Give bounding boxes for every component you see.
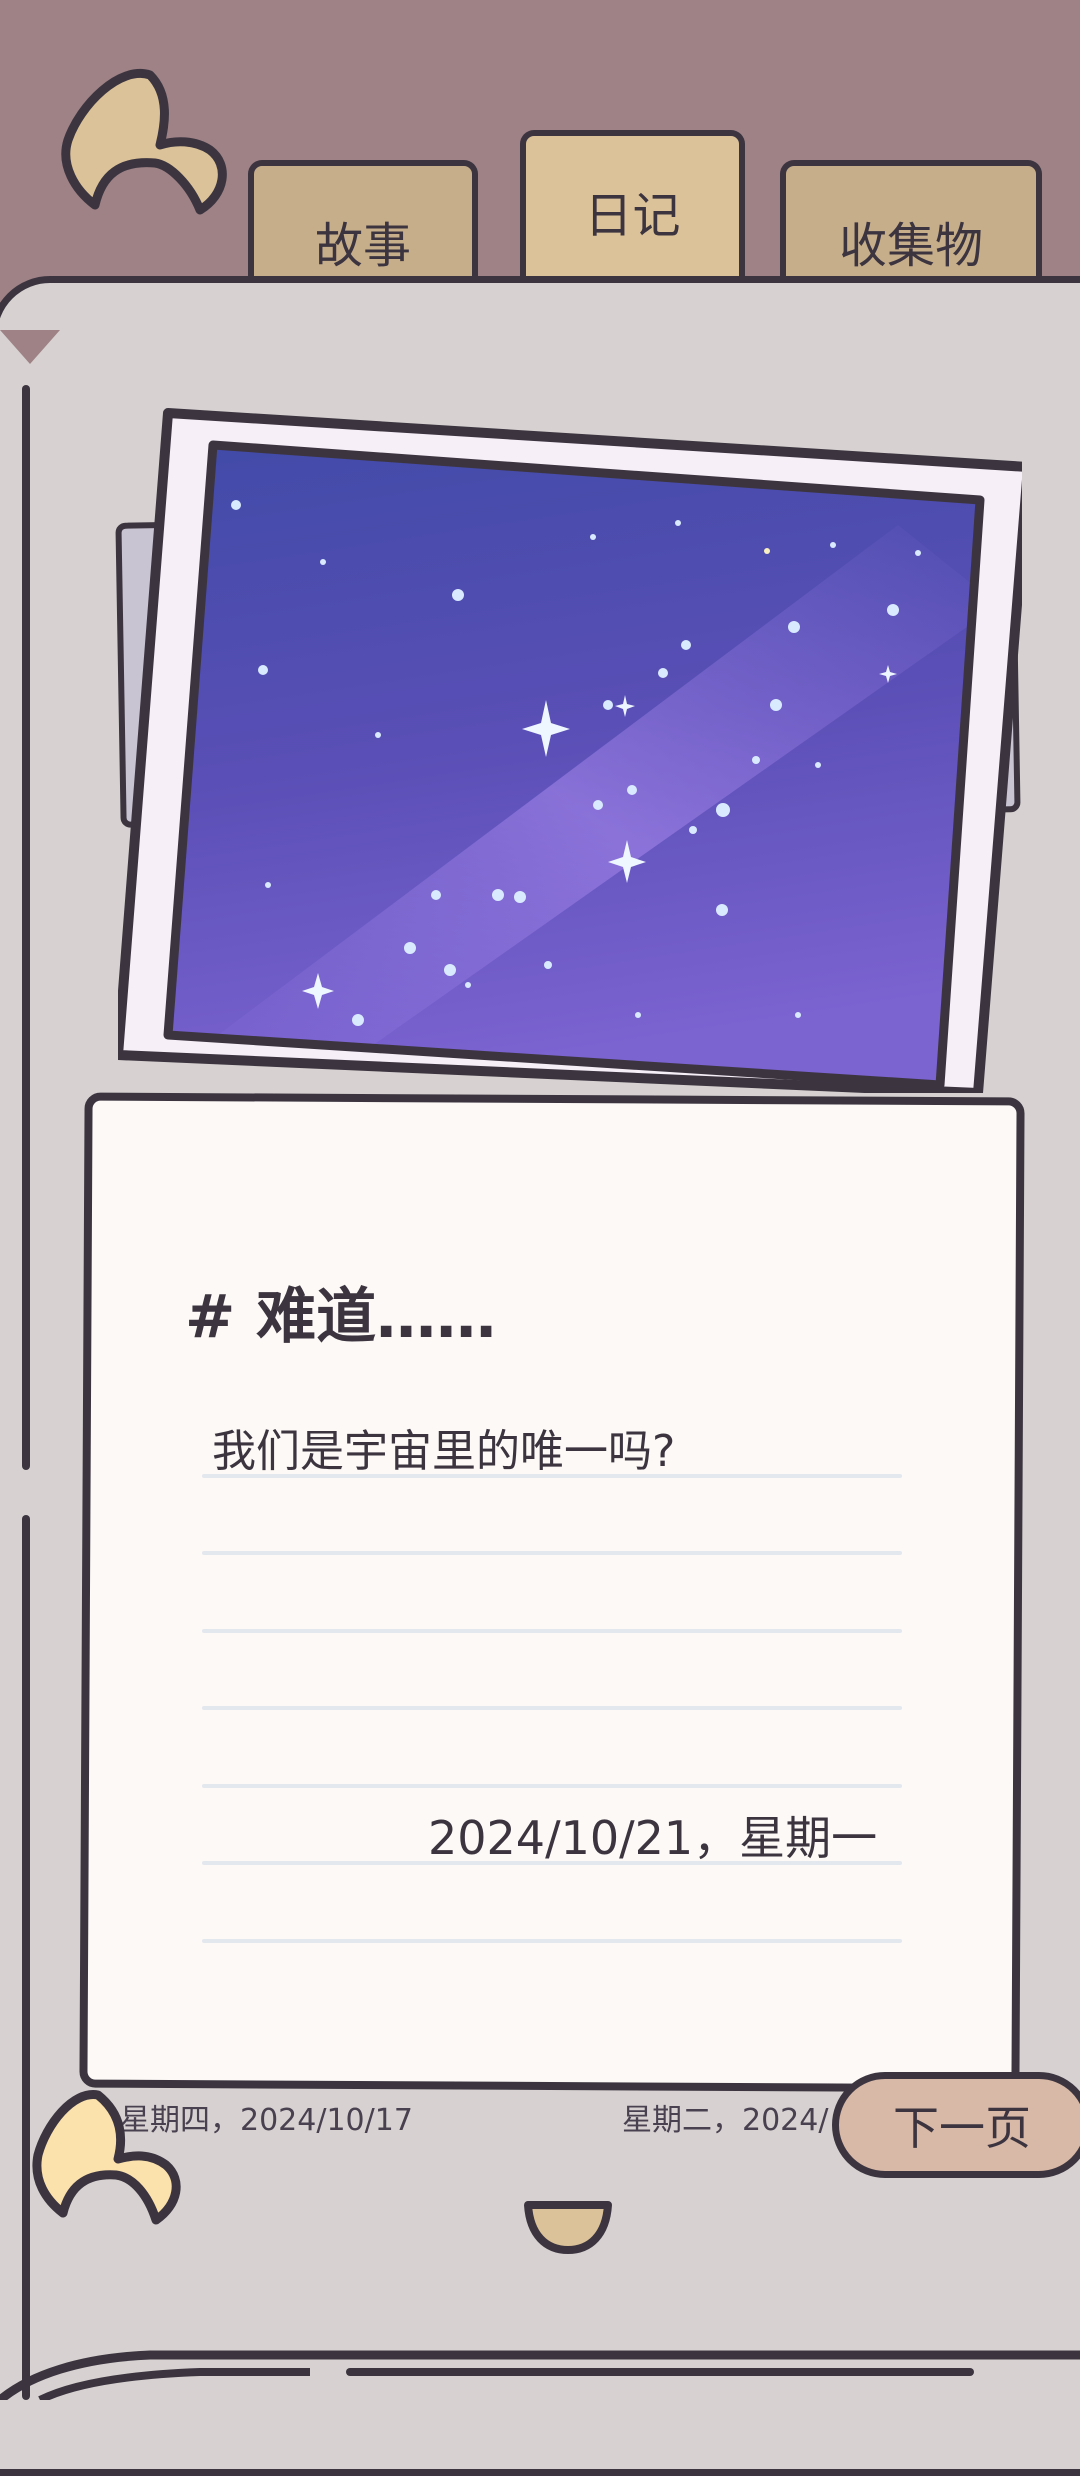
book-bottom-edge: [0, 2350, 1080, 2400]
page-corner-notch: [0, 330, 60, 364]
starry-sky-photo: [113, 408, 1033, 1098]
next-page-label: 下一页: [893, 2101, 1031, 2155]
back-arrow-icon[interactable]: [50, 55, 240, 235]
tab-stories-label: 故事: [314, 217, 411, 274]
note-line: [202, 1784, 902, 1788]
diary-title: # 难道……: [185, 1282, 497, 1352]
tab-diary-label: 日记: [584, 187, 681, 244]
book-spine-bottom: [22, 1515, 30, 2400]
note-line: [202, 1474, 902, 1478]
photo-frame[interactable]: [113, 405, 1033, 1098]
note-line: [202, 1939, 902, 1943]
next-entry-date[interactable]: 星期二，2024/: [622, 2095, 828, 2139]
tab-stories[interactable]: 故事: [248, 160, 478, 285]
book-spine-top: [22, 385, 30, 1470]
diary-body-text: 我们是宇宙里的唯一吗?: [212, 1426, 676, 1477]
note-line: [202, 1629, 902, 1633]
diary-date: 2024/10/21，星期一: [428, 1811, 878, 1865]
note-line: [202, 1706, 902, 1710]
tab-collectibles-label: 收集物: [838, 217, 983, 274]
next-page-button[interactable]: 下一页: [832, 2072, 1080, 2178]
tab-collectibles[interactable]: 收集物: [780, 160, 1042, 285]
page-handle-icon[interactable]: [520, 2195, 616, 2257]
prev-arrow-icon[interactable]: [28, 2085, 198, 2235]
tab-diary[interactable]: 日记: [520, 130, 745, 285]
note-line: [202, 1551, 902, 1555]
